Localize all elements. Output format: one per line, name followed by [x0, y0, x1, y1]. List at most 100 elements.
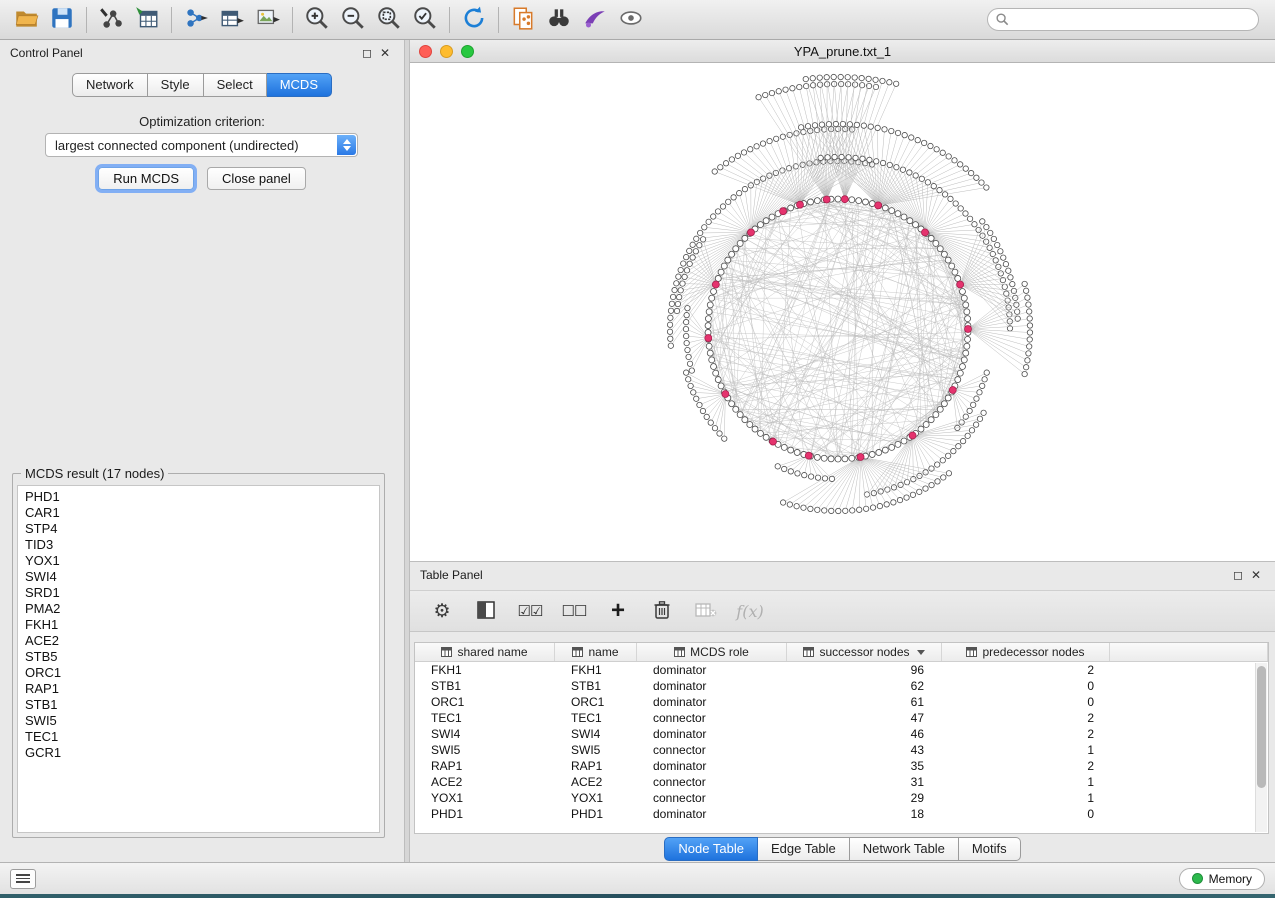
- table-cell: 0: [942, 806, 1110, 822]
- mcds-result-item[interactable]: FKH1: [25, 617, 379, 633]
- table-row[interactable]: ORC1ORC1dominator610: [415, 694, 1268, 710]
- table-cell: FKH1: [555, 662, 637, 678]
- table-cell: 96: [787, 662, 942, 678]
- column-header-mcds-role[interactable]: MCDS role: [637, 643, 787, 661]
- table-row[interactable]: SWI4SWI4dominator462: [415, 726, 1268, 742]
- import-network-icon: [98, 5, 124, 34]
- column-icon: [966, 647, 977, 657]
- status-menu-button[interactable]: [10, 869, 36, 889]
- table-cell: dominator: [637, 694, 787, 710]
- table-row[interactable]: TEC1TEC1connector472: [415, 710, 1268, 726]
- mcds-result-list[interactable]: PHD1CAR1STP4TID3YOX1SWI4SRD1PMA2FKH1ACE2…: [17, 485, 380, 833]
- float-panel-icon[interactable]: ◻: [358, 46, 376, 60]
- column-icon: [441, 647, 452, 657]
- criterion-dropdown[interactable]: largest connected component (undirected): [45, 133, 358, 157]
- close-panel-icon[interactable]: ✕: [1247, 568, 1265, 582]
- tab-network-table[interactable]: Network Table: [850, 837, 959, 861]
- table-row[interactable]: PHD1PHD1dominator180: [415, 806, 1268, 822]
- function-builder-button-disabled: f(x): [736, 597, 764, 625]
- mcds-result-item[interactable]: STB5: [25, 649, 379, 665]
- trash-icon: [651, 599, 673, 624]
- memory-label: Memory: [1209, 872, 1252, 886]
- table-cell: [1110, 662, 1268, 678]
- refresh-icon: [461, 5, 487, 34]
- memory-button[interactable]: Memory: [1179, 868, 1265, 890]
- column-header-name[interactable]: name: [555, 643, 637, 661]
- table-cell: [1110, 774, 1268, 790]
- zoom-fit-button[interactable]: [371, 4, 407, 36]
- column-header-predecessor-nodes[interactable]: predecessor nodes: [942, 643, 1110, 661]
- table-row[interactable]: YOX1YOX1connector291: [415, 790, 1268, 806]
- table-cell: 61: [787, 694, 942, 710]
- save-session-button[interactable]: [44, 4, 80, 36]
- tab-style[interactable]: Style: [148, 73, 204, 97]
- scrollbar-thumb[interactable]: [1257, 666, 1266, 788]
- style-brush-button[interactable]: [577, 4, 613, 36]
- tab-mcds[interactable]: MCDS: [267, 73, 332, 97]
- mcds-result-item[interactable]: TID3: [25, 537, 379, 553]
- tab-motifs[interactable]: Motifs: [959, 837, 1021, 861]
- clone-network-button[interactable]: [505, 4, 541, 36]
- mcds-result-item[interactable]: ORC1: [25, 665, 379, 681]
- tab-network[interactable]: Network: [72, 73, 148, 97]
- find-button[interactable]: [541, 4, 577, 36]
- mcds-result-item[interactable]: SRD1: [25, 585, 379, 601]
- column-header-shared-name[interactable]: shared name: [415, 643, 555, 661]
- mcds-result-item[interactable]: SWI5: [25, 713, 379, 729]
- table-scrollbar[interactable]: [1255, 663, 1267, 832]
- deselect-all-button[interactable]: ☐☐: [560, 597, 588, 625]
- network-canvas[interactable]: [410, 63, 1275, 560]
- mcds-result-item[interactable]: SWI4: [25, 569, 379, 585]
- mcds-result-item[interactable]: STB1: [25, 697, 379, 713]
- mcds-result-item[interactable]: CAR1: [25, 505, 379, 521]
- show-hide-button[interactable]: [613, 4, 649, 36]
- table-cell: [1110, 678, 1268, 694]
- zoom-selected-button[interactable]: [407, 4, 443, 36]
- close-panel-icon[interactable]: ✕: [376, 46, 394, 60]
- import-table-button[interactable]: [129, 4, 165, 36]
- tab-node-table[interactable]: Node Table: [664, 837, 758, 861]
- open-file-button[interactable]: [8, 4, 44, 36]
- table-cell: connector: [637, 774, 787, 790]
- zoom-out-button[interactable]: [335, 4, 371, 36]
- column-header-successor-nodes[interactable]: successor nodes: [787, 643, 942, 661]
- mcds-result-item[interactable]: PHD1: [25, 489, 379, 505]
- add-column-button[interactable]: +: [604, 597, 632, 625]
- mcds-result-item[interactable]: PMA2: [25, 601, 379, 617]
- import-network-button[interactable]: [93, 4, 129, 36]
- fx-icon: f(x): [736, 602, 763, 621]
- table-cell: [1110, 758, 1268, 774]
- float-panel-icon[interactable]: ◻: [1229, 568, 1247, 582]
- table-settings-button[interactable]: ⚙: [428, 597, 456, 625]
- select-all-button[interactable]: ☑☑: [516, 597, 544, 625]
- network-window-titlebar[interactable]: YPA_prune.txt_1: [410, 40, 1275, 63]
- tab-select[interactable]: Select: [204, 73, 267, 97]
- export-table-button[interactable]: [214, 4, 250, 36]
- eye-icon: [618, 5, 644, 34]
- tab-edge-table[interactable]: Edge Table: [758, 837, 850, 861]
- table-row[interactable]: FKH1FKH1dominator962: [415, 662, 1268, 678]
- table-row[interactable]: RAP1RAP1dominator352: [415, 758, 1268, 774]
- control-panel-header: Control Panel ◻ ✕: [0, 40, 404, 66]
- mcds-result-item[interactable]: GCR1: [25, 745, 379, 761]
- mcds-result-item[interactable]: ACE2: [25, 633, 379, 649]
- table-row[interactable]: ACE2ACE2connector311: [415, 774, 1268, 790]
- zoom-in-button[interactable]: [299, 4, 335, 36]
- export-image-button[interactable]: [250, 4, 286, 36]
- mcds-result-item[interactable]: RAP1: [25, 681, 379, 697]
- table-row[interactable]: STB1STB1dominator620: [415, 678, 1268, 694]
- refresh-button[interactable]: [456, 4, 492, 36]
- open-folder-icon: [13, 5, 39, 34]
- mcds-result-item[interactable]: TEC1: [25, 729, 379, 745]
- dropdown-stepper-icon: [337, 135, 356, 155]
- close-panel-button[interactable]: Close panel: [207, 167, 306, 190]
- table-row[interactable]: SWI5SWI5connector431: [415, 742, 1268, 758]
- mcds-result-fieldset: MCDS result (17 nodes) PHD1CAR1STP4TID3Y…: [12, 466, 385, 838]
- export-network-button[interactable]: [178, 4, 214, 36]
- mcds-result-item[interactable]: YOX1: [25, 553, 379, 569]
- search-input[interactable]: [987, 8, 1259, 31]
- column-selector-button[interactable]: [472, 597, 500, 625]
- mcds-result-item[interactable]: STP4: [25, 521, 379, 537]
- run-mcds-button[interactable]: Run MCDS: [98, 167, 194, 190]
- delete-column-button[interactable]: [648, 597, 676, 625]
